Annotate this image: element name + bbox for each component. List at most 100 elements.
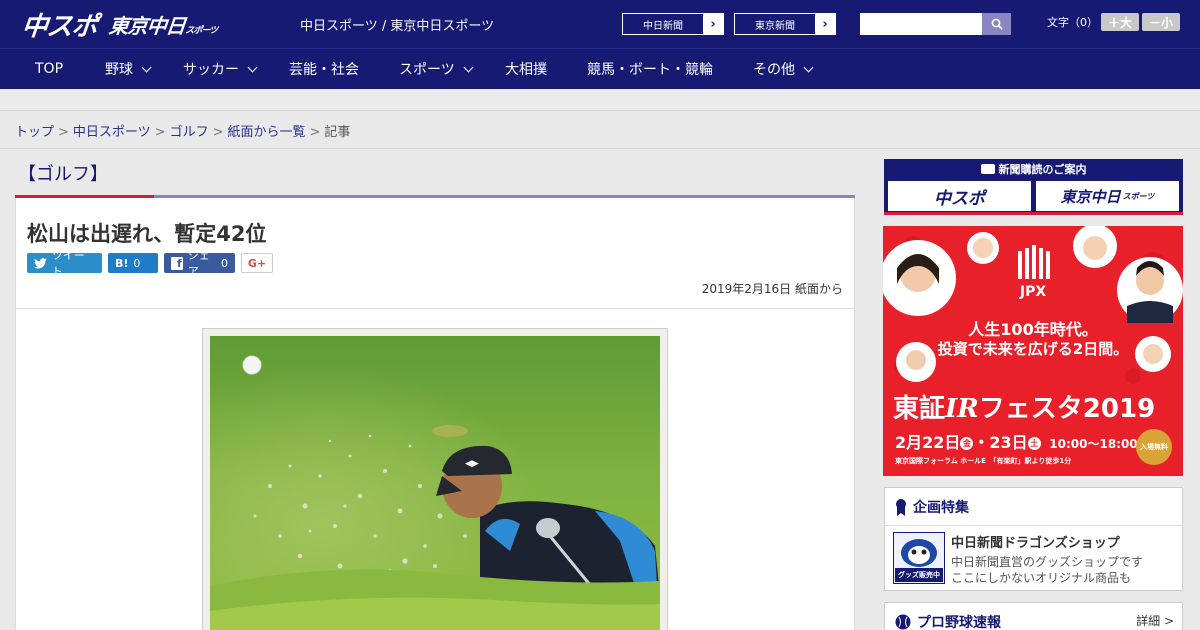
ad-event-ir: IR — [945, 394, 979, 424]
nav-item-label: TOP — [35, 61, 64, 77]
subscribe-tokyo-chunichi-button[interactable]: 東京中日 スポーツ — [1035, 180, 1180, 212]
tweet-button[interactable]: ツイート — [27, 249, 102, 278]
feature-item-desc-2: ここにしかないオリジナル商品も — [951, 571, 1132, 585]
chevron-down-icon — [141, 62, 152, 72]
nav-item-label: サッカー — [183, 62, 239, 78]
ad-date-2: ・23日 — [973, 433, 1028, 452]
facebook-share-label: シェア — [187, 249, 210, 278]
chevron-right-icon: › — [703, 14, 723, 34]
ad-time: 10:00〜18:00 — [1049, 437, 1138, 451]
feature-item-desc-1: 中日新聞直営のグッズショップです — [951, 555, 1144, 569]
ad-tagline-2: 投資で未来を広げる2日間。 — [937, 340, 1129, 358]
article-title: 松山は出遅れ、暫定42位 — [27, 222, 267, 246]
nav-item-sports[interactable]: スポーツ — [399, 49, 474, 89]
breadcrumb-separator: > — [58, 125, 69, 140]
tokyo-shimbun-link[interactable]: 東京新聞 › — [734, 13, 836, 35]
dragons-shop-thumbnail: グッズ販売中 — [893, 532, 945, 584]
nav-item-top[interactable]: TOP — [35, 49, 63, 89]
gplus-button[interactable]: G+ — [241, 253, 273, 273]
ad-event-prefix: 東証 — [893, 394, 946, 424]
breadcrumb-separator: > — [154, 125, 166, 140]
jpx-ir-festa-ad[interactable]: JPX 人生100年時代。 投資で未来を広げる2日間。 東証IRフェスタ2019… — [883, 226, 1183, 476]
nav-item-label: 芸能・社会 — [289, 62, 359, 78]
ad-venue: 東京国際フォーラム ホールE 「有楽町」駅より徒歩1分 — [895, 457, 1072, 465]
facebook-icon: f — [171, 256, 183, 270]
chevron-down-icon — [463, 62, 474, 72]
site-title[interactable]: 中日スポーツ / 東京中日スポーツ — [300, 15, 494, 34]
hatena-icon: B! — [115, 256, 129, 270]
subscription-heading-text: 新聞購読のご案内 — [998, 163, 1087, 176]
nav-item-label: 大相撲 — [505, 62, 547, 78]
subscribe-tokyo-small: スポーツ — [1122, 191, 1155, 201]
search-input[interactable] — [860, 13, 982, 35]
font-smaller-button[interactable]: －小 — [1142, 13, 1180, 31]
ad-brand: JPX — [1019, 284, 1047, 300]
ad-dates: 2月22日金・23日土 10:00〜18:00 — [895, 429, 1138, 453]
nav-item-keiba[interactable]: 競馬・ボート・競輪 — [587, 49, 713, 89]
site-logo[interactable]: 中スポ 東京中日スポーツ — [20, 6, 219, 42]
chunichi-shimbun-label: 中日新聞 — [643, 20, 683, 32]
cap-logo: ◀▶ — [465, 459, 479, 469]
golfer-bunker-illustration: ◀▶ — [210, 336, 660, 630]
search-form — [860, 13, 1011, 35]
baseball-widget-header: プロ野球速報 詳細 > — [885, 603, 1182, 630]
feature-widget-header: 企画特集 — [885, 488, 1182, 526]
ad-free-badge: 入場無料 — [1136, 429, 1172, 465]
nav-item-sumo[interactable]: 大相撲 — [505, 49, 547, 89]
chevron-right-icon: › — [815, 14, 835, 34]
article-divider — [16, 308, 854, 309]
share-buttons: ツイート B! 0 f シェア 0 G+ — [27, 249, 273, 278]
baseball-icon — [895, 614, 911, 630]
breadcrumb-paper-list[interactable]: 紙面から一覧 — [228, 125, 306, 140]
nav-item-label: 競馬・ボート・競輪 — [587, 62, 713, 78]
breadcrumb-separator: > — [309, 125, 321, 140]
font-larger-button[interactable]: ＋大 — [1101, 13, 1139, 31]
search-button[interactable] — [982, 13, 1011, 35]
twitter-icon — [34, 257, 47, 269]
article-photo-frame: ◀▶ — [202, 328, 668, 630]
global-nav: TOP 野球 サッカー 芸能・社会 スポーツ 大相撲 競馬・ボート・競輪 その他 — [0, 48, 1200, 89]
breadcrumb-golf[interactable]: ゴルフ — [170, 125, 209, 140]
article-category: 【ゴルフ】 — [18, 164, 108, 185]
nav-item-label: スポーツ — [399, 62, 455, 78]
breadcrumb-top[interactable]: トップ — [15, 125, 54, 140]
feature-widget: 企画特集 グッズ販売中 中日新聞ドラゴンズショップ 中日新聞直営のグッズショップ… — [884, 487, 1183, 591]
subscription-heading: 新聞購読のご案内 — [884, 161, 1183, 177]
nav-item-entertainment[interactable]: 芸能・社会 — [289, 49, 359, 89]
dragons-shop-thumb-label: グッズ販売中 — [895, 568, 943, 582]
subscribe-chunichi-sports-button[interactable]: 中スポ — [887, 180, 1032, 212]
breadcrumb-chunichi-sports[interactable]: 中日スポーツ — [73, 125, 151, 140]
hatena-bookmark-button[interactable]: B! 0 — [108, 253, 158, 273]
nav-item-other[interactable]: その他 — [753, 49, 814, 89]
article-photo[interactable]: ◀▶ — [210, 336, 660, 630]
ribbon-icon — [896, 498, 906, 516]
breadcrumb-separator: > — [212, 125, 224, 140]
facebook-share-button[interactable]: f シェア 0 — [164, 249, 235, 278]
ad-strip — [0, 89, 1200, 111]
font-size-label: 文字（0） — [1047, 16, 1098, 29]
nav-item-label: 野球 — [105, 62, 133, 78]
breadcrumb-current: 記事 — [324, 125, 351, 140]
ad-day-1: 金 — [960, 437, 974, 450]
site-header: 中スポ 東京中日スポーツ 中日スポーツ / 東京中日スポーツ 中日新聞 › 東京… — [0, 0, 1200, 48]
nav-item-soccer[interactable]: サッカー — [183, 49, 258, 89]
feature-widget-title: 企画特集 — [913, 499, 969, 516]
feature-item-title: 中日新聞ドラゴンズショップ — [951, 536, 1120, 551]
logo-tokyo-text: 東京中日 — [107, 13, 187, 38]
baseball-widget: プロ野球速報 詳細 > — [884, 602, 1183, 630]
search-icon — [991, 18, 1003, 30]
tweet-label: ツイート — [51, 249, 85, 278]
baseball-widget-title: プロ野球速報 — [917, 615, 1001, 630]
gplus-icon: G+ — [247, 256, 267, 270]
chunichi-shimbun-link[interactable]: 中日新聞 › — [622, 13, 724, 35]
article-card: 松山は出遅れ、暫定42位 ツイート B! 0 f シェア 0 G+ 2019年2… — [15, 198, 855, 630]
breadcrumb: トップ > 中日スポーツ > ゴルフ > 紙面から一覧 > 記事 — [15, 121, 350, 140]
dragons-mascot-icon — [901, 539, 937, 567]
ad-event-title: 東証IRフェスタ2019 — [893, 388, 1155, 425]
feature-item-dragons-shop[interactable]: グッズ販売中 中日新聞ドラゴンズショップ 中日新聞直営のグッズショップです ここ… — [893, 532, 1173, 586]
logo-chunichi-sports: 中スポ — [20, 11, 99, 42]
nav-item-baseball[interactable]: 野球 — [105, 49, 152, 89]
baseball-details-link[interactable]: 詳細 > — [1136, 612, 1174, 629]
logo-tokyo-chunichi: 東京中日スポーツ — [107, 10, 219, 39]
subscribe-tokyo-text: 東京中日 — [1060, 187, 1121, 206]
